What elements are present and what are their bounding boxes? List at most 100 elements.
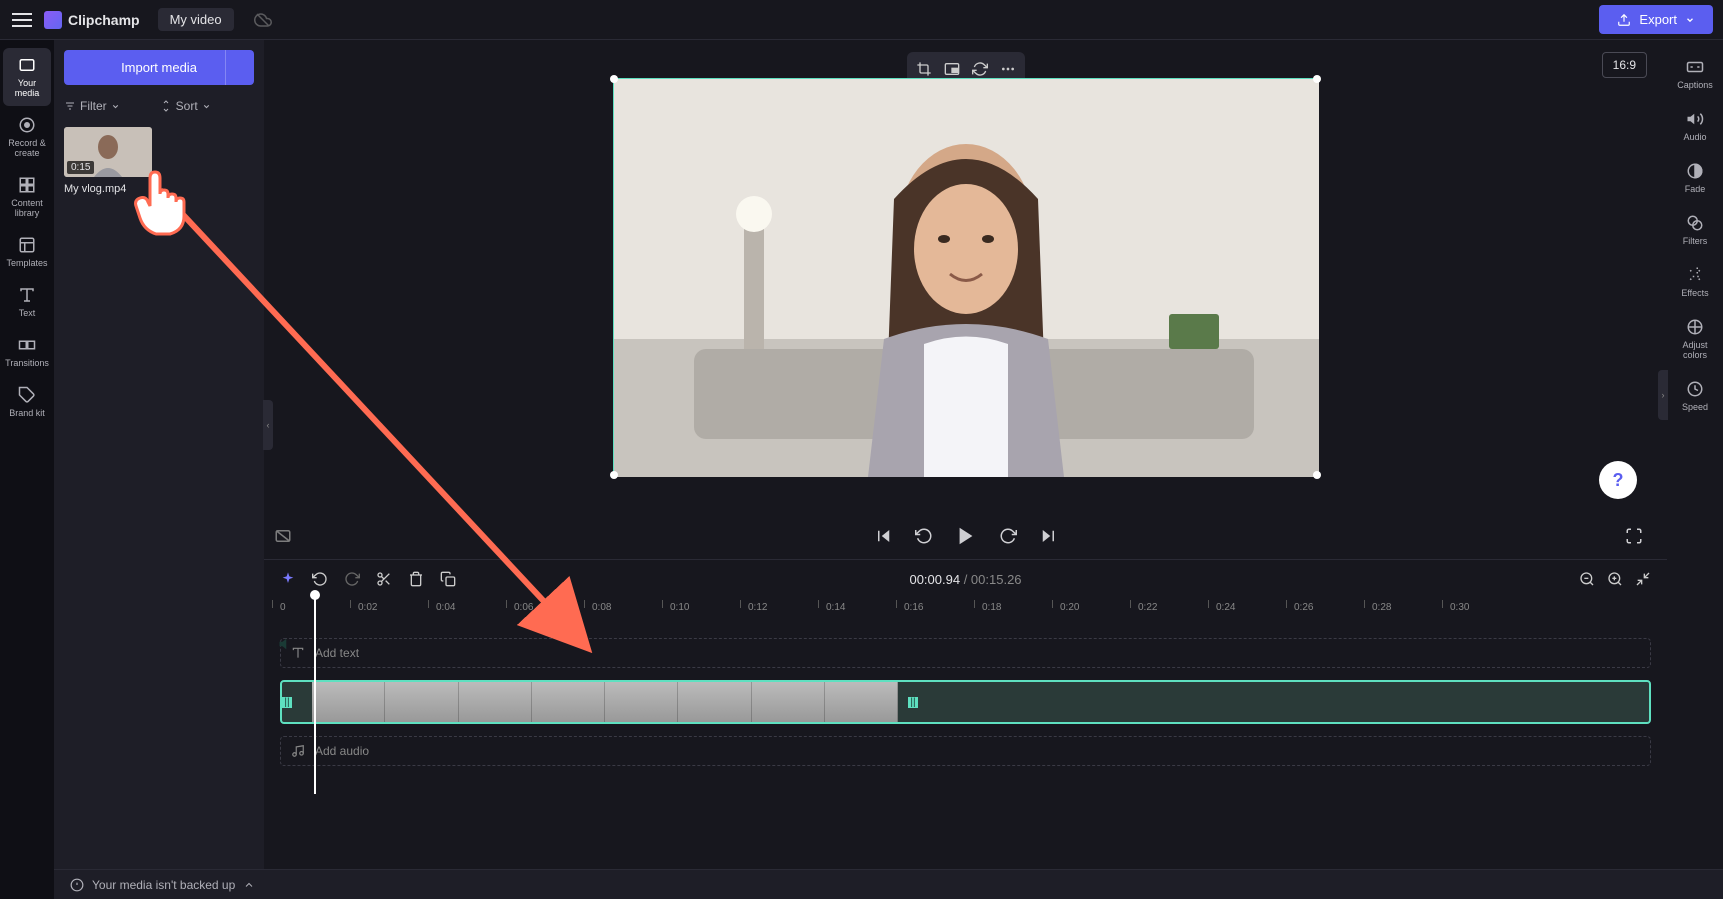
- ruler-tick: 0:18: [982, 602, 1001, 613]
- media-duration: 0:15: [67, 161, 94, 174]
- filters-icon: [1686, 214, 1704, 232]
- fullscreen-button[interactable]: [1625, 527, 1643, 545]
- logo-icon: [44, 11, 62, 29]
- cloud-sync-icon[interactable]: [254, 11, 272, 29]
- pip-icon: [944, 61, 960, 77]
- ruler-tick: 0:10: [670, 602, 689, 613]
- menu-button[interactable]: [10, 8, 34, 32]
- aspect-ratio-button[interactable]: 16:9: [1602, 52, 1647, 78]
- redo-button[interactable]: [344, 571, 360, 587]
- chevron-down-icon: [111, 102, 120, 111]
- rail-templates[interactable]: Templates: [3, 228, 51, 276]
- ruler-tick: 0: [280, 602, 286, 613]
- ruler-tick: 0:04: [436, 602, 455, 613]
- next-button[interactable]: [1039, 527, 1057, 545]
- rail-adjust-colors[interactable]: Adjust colors: [1670, 310, 1720, 368]
- media-panel: Import media Filter Sort 0:15 My vlog.mp…: [54, 40, 264, 899]
- timeline-ruler[interactable]: 00:020:040:060:080:100:120:140:160:180:2…: [280, 598, 1667, 622]
- sort-button[interactable]: Sort: [160, 99, 211, 113]
- filter-button[interactable]: Filter: [64, 99, 120, 113]
- rewind-icon: [915, 527, 933, 545]
- audio-icon: [1686, 110, 1704, 128]
- ruler-tick: 0:30: [1450, 602, 1469, 613]
- media-thumbnail: 0:15: [64, 127, 152, 177]
- rail-text[interactable]: Text: [3, 278, 51, 326]
- left-rail: Your media Record & create Content libra…: [0, 40, 54, 899]
- rail-transitions[interactable]: Transitions: [3, 328, 51, 376]
- sparkle-icon[interactable]: [280, 571, 296, 587]
- right-rail: Captions Audio Fade Filters Effects Adju…: [1667, 40, 1723, 899]
- info-icon: [70, 878, 84, 892]
- music-icon: [291, 744, 305, 758]
- text-track[interactable]: Add text: [280, 638, 1651, 668]
- rail-brand-kit[interactable]: Brand kit: [3, 378, 51, 426]
- export-button[interactable]: Export: [1599, 5, 1713, 34]
- record-icon: [18, 116, 36, 134]
- brand-icon: [18, 386, 36, 404]
- clip-handle-left[interactable]: ||: [282, 697, 292, 708]
- chevron-down-icon: [1685, 15, 1695, 25]
- clip-handle-right[interactable]: ||: [908, 697, 918, 708]
- zoom-out-button[interactable]: [1579, 571, 1595, 587]
- speed-icon: [1686, 380, 1704, 398]
- rail-speed[interactable]: Speed: [1670, 372, 1720, 420]
- status-bar[interactable]: Your media isn't backed up: [54, 869, 1723, 899]
- fade-icon: [1686, 162, 1704, 180]
- rail-audio[interactable]: Audio: [1670, 102, 1720, 150]
- video-track-clip[interactable]: || ||: [280, 680, 1651, 724]
- split-button[interactable]: [376, 571, 392, 587]
- zoom-fit-button[interactable]: [1635, 571, 1651, 587]
- templates-icon: [18, 236, 36, 254]
- forward-button[interactable]: [999, 527, 1017, 545]
- undo-button[interactable]: [312, 571, 328, 587]
- chevron-down-icon: [202, 102, 211, 111]
- skip-back-icon: [875, 527, 893, 545]
- delete-button[interactable]: [408, 571, 424, 587]
- app-logo[interactable]: Clipchamp: [44, 11, 140, 29]
- adjust-icon: [1686, 318, 1704, 336]
- rail-captions[interactable]: Captions: [1670, 50, 1720, 98]
- zoom-in-button[interactable]: [1607, 571, 1623, 587]
- fit-button[interactable]: [274, 527, 292, 545]
- media-item[interactable]: 0:15 My vlog.mp4: [64, 127, 254, 195]
- video-preview[interactable]: [613, 78, 1318, 476]
- playhead[interactable]: [314, 598, 316, 794]
- rewind-button[interactable]: [915, 527, 933, 545]
- resize-handle[interactable]: [1313, 75, 1321, 83]
- ruler-tick: 0:24: [1216, 602, 1235, 613]
- rail-content-library[interactable]: Content library: [3, 168, 51, 226]
- play-button[interactable]: [955, 525, 977, 547]
- fullscreen-icon: [1625, 527, 1643, 545]
- media-filename: My vlog.mp4: [64, 183, 254, 195]
- rail-filters[interactable]: Filters: [1670, 206, 1720, 254]
- resize-handle[interactable]: [610, 471, 618, 479]
- ruler-tick: 0:22: [1138, 602, 1157, 613]
- project-title[interactable]: My video: [158, 8, 234, 31]
- collapse-right-button[interactable]: ›: [1658, 370, 1668, 420]
- captions-icon: [1686, 58, 1704, 76]
- rotate-icon: [972, 61, 988, 77]
- ruler-tick: 0:08: [592, 602, 611, 613]
- effects-icon: [1686, 266, 1704, 284]
- chevron-up-icon: [243, 879, 255, 891]
- copy-button[interactable]: [440, 571, 456, 587]
- ruler-tick: 0:02: [358, 602, 377, 613]
- rail-effects[interactable]: Effects: [1670, 258, 1720, 306]
- help-button[interactable]: ?: [1599, 461, 1637, 499]
- prev-button[interactable]: [875, 527, 893, 545]
- audio-track[interactable]: Add audio: [280, 736, 1651, 766]
- ruler-tick: 0:14: [826, 602, 845, 613]
- ruler-tick: 0:06: [514, 602, 533, 613]
- rail-fade[interactable]: Fade: [1670, 154, 1720, 202]
- playback-controls: [264, 513, 1667, 559]
- rail-your-media[interactable]: Your media: [3, 48, 51, 106]
- ruler-tick: 0:20: [1060, 602, 1079, 613]
- transitions-icon: [18, 336, 36, 354]
- import-media-button[interactable]: Import media: [64, 50, 254, 85]
- rail-record[interactable]: Record & create: [3, 108, 51, 166]
- top-bar: Clipchamp My video Export: [0, 0, 1723, 40]
- timecode: 00:00.94 / 00:15.26: [909, 572, 1021, 587]
- crop-icon: [916, 61, 932, 77]
- timeline: 00:00.94 / 00:15.26 0 0:02 0:04 0:06 0:08 0:1…: [264, 559, 1667, 899]
- ruler-tick: 0:26: [1294, 602, 1313, 613]
